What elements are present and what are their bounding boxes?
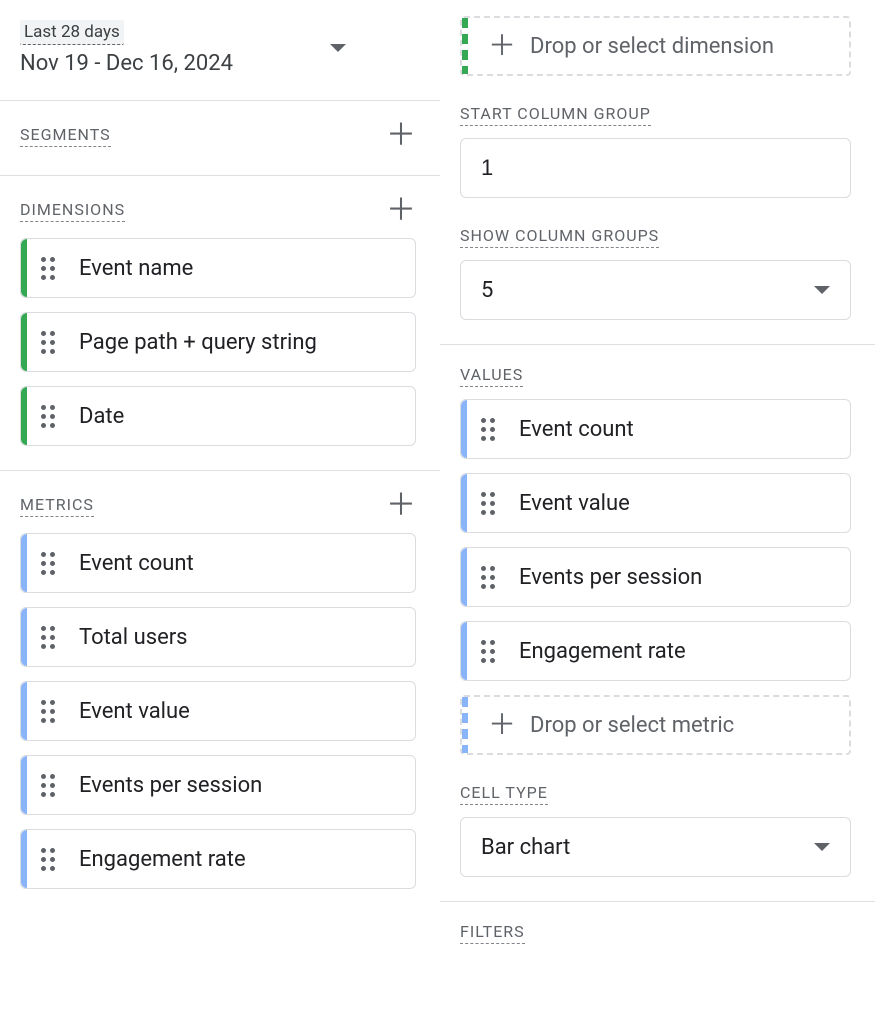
dimension-label: Page path + query string [79,330,317,355]
caret-down-icon [814,286,830,294]
dimensions-title: DIMENSIONS [20,200,125,222]
plus-icon: ＋ [488,711,516,739]
columns-dropzone[interactable]: ＋ Drop or select dimension [460,16,851,76]
value-label: Engagement rate [519,639,686,664]
values-title: VALUES [460,365,523,387]
metrics-title: METRICS [20,495,94,517]
date-preset-label: Last 28 days [20,20,124,45]
add-dimension-button[interactable]: ＋ [386,196,416,226]
metric-chip[interactable]: Events per session [20,755,416,815]
cell-type-title: CELL TYPE [460,783,548,805]
value-chip[interactable]: Event count [460,399,851,459]
drag-handle-icon[interactable] [41,331,63,354]
cell-type-value: Bar chart [481,835,570,860]
drag-handle-icon[interactable] [41,848,63,871]
start-column-group-title: START COLUMN GROUP [460,104,651,126]
show-column-groups-value: 5 [481,278,493,303]
caret-down-icon [330,44,346,52]
dimension-chip[interactable]: Page path + query string [20,312,416,372]
drag-handle-icon[interactable] [481,418,503,441]
value-label: Events per session [519,565,702,590]
caret-down-icon [814,843,830,851]
start-column-group-input[interactable] [481,155,830,181]
metric-chip[interactable]: Engagement rate [20,829,416,889]
drag-handle-icon[interactable] [481,566,503,589]
drag-handle-icon[interactable] [41,774,63,797]
value-label: Event count [519,417,634,442]
value-chip[interactable]: Event value [460,473,851,533]
metric-label: Events per session [79,773,262,798]
metric-label: Event value [79,699,190,724]
dimension-chip[interactable]: Date [20,386,416,446]
plus-icon: ＋ [488,32,516,60]
value-chip[interactable]: Events per session [460,547,851,607]
values-dropzone[interactable]: ＋ Drop or select metric [460,695,851,755]
show-column-groups-select[interactable]: 5 [460,260,851,320]
date-range-picker[interactable]: Last 28 days Nov 19 - Dec 16, 2024 [20,20,416,76]
metric-label: Engagement rate [79,847,246,872]
add-segment-button[interactable]: ＋ [386,121,416,151]
drag-handle-icon[interactable] [41,700,63,723]
cell-type-select[interactable]: Bar chart [460,817,851,877]
metric-label: Total users [79,625,188,650]
drag-handle-icon[interactable] [41,626,63,649]
drag-handle-icon[interactable] [41,405,63,428]
drag-handle-icon[interactable] [41,552,63,575]
date-range-text: Nov 19 - Dec 16, 2024 [20,51,233,76]
drag-handle-icon[interactable] [481,640,503,663]
columns-dropzone-label: Drop or select dimension [530,34,774,59]
values-dropzone-label: Drop or select metric [530,713,734,738]
metric-chip[interactable]: Event value [20,681,416,741]
metric-chip[interactable]: Event count [20,533,416,593]
dimension-chip[interactable]: Event name [20,238,416,298]
drag-handle-icon[interactable] [41,257,63,280]
segments-title: SEGMENTS [20,125,111,147]
filters-title: FILTERS [460,922,525,944]
metric-chip[interactable]: Total users [20,607,416,667]
drag-handle-icon[interactable] [481,492,503,515]
add-metric-button[interactable]: ＋ [386,491,416,521]
dimension-label: Date [79,404,124,429]
metric-label: Event count [79,551,194,576]
show-column-groups-title: SHOW COLUMN GROUPS [460,226,659,248]
value-label: Event value [519,491,630,516]
start-column-group-field[interactable] [460,138,851,198]
value-chip[interactable]: Engagement rate [460,621,851,681]
dimension-label: Event name [79,256,193,281]
